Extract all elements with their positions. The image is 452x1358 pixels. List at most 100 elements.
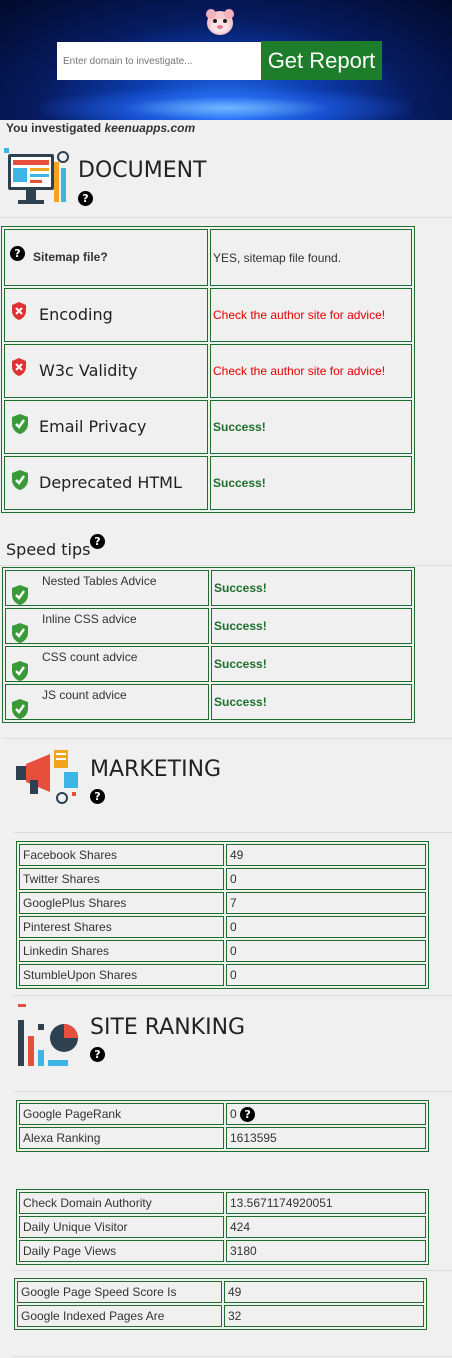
marketing-section-title: MARKETING [90, 757, 222, 782]
table-row: Alexa Ranking 1613595 [19, 1127, 426, 1149]
pagerank-label-cell: Google PageRank [19, 1103, 224, 1125]
divider [12, 995, 452, 996]
speed-tip-label-cell: Inline CSS advice [5, 608, 209, 644]
document-section-icon [4, 148, 69, 204]
table-row: Email Privacy Success! [4, 400, 412, 454]
site-ranking-help-icon[interactable]: ? [90, 1047, 105, 1062]
investigated-prefix: You investigated [6, 121, 102, 135]
unique-visitor-value-cell: 424 [226, 1216, 426, 1238]
speed-tip-result-cell: Success! [211, 570, 412, 606]
divider [12, 1270, 452, 1271]
table-row: Twitter Shares 0 [19, 868, 426, 890]
divider [0, 565, 452, 566]
speed-tips-title: Speed tips [6, 540, 91, 559]
pagerank-table: Google PageRank 0 ? Alexa Ranking 161359… [16, 1100, 429, 1152]
page-speed-label-cell: Google Page Speed Score Is [17, 1281, 222, 1303]
table-row: Daily Page Views 3180 [19, 1240, 426, 1262]
marketing-value-cell: 0 [226, 868, 426, 890]
encoding-label: Encoding [39, 305, 113, 324]
document-help-icon[interactable]: ? [78, 191, 93, 206]
shield-fail-icon [12, 302, 26, 320]
encoding-result-cell: Check the author site for advice! [210, 288, 412, 342]
table-row: W3c Validity Check the author site for a… [4, 344, 412, 398]
email-privacy-label-cell: Email Privacy [4, 400, 208, 454]
pagerank-value-cell: 0 ? [226, 1103, 426, 1125]
page-views-value-cell: 3180 [226, 1240, 426, 1262]
sitemap-label: Sitemap file? [33, 249, 108, 264]
table-row: Inline CSS advice Success! [5, 608, 412, 644]
divider [14, 1091, 452, 1092]
table-row: Pinterest Shares 0 [19, 916, 426, 938]
w3c-label: W3c Validity [39, 361, 138, 380]
table-row: ? Sitemap file? YES, sitemap file found. [4, 229, 412, 286]
pagerank-help-icon[interactable]: ? [240, 1106, 256, 1122]
speed-tip-result: Success! [214, 695, 267, 709]
marketing-label-cell: GooglePlus Shares [19, 892, 224, 914]
document-section-title: DOCUMENT [78, 158, 207, 183]
encoding-label-cell: Encoding [4, 288, 208, 342]
question-icon: ? [10, 245, 25, 261]
table-row: Facebook Shares 49 [19, 844, 426, 866]
speed-tips-table: Nested Tables Advice Success! Inline CSS… [2, 567, 415, 723]
get-report-button[interactable]: Get Report [261, 41, 382, 80]
marketing-table: Facebook Shares 49 Twitter Shares 0 Google… [16, 841, 429, 989]
table-row: StumbleUpon Shares 0 [19, 964, 426, 986]
marketing-label-cell: Facebook Shares [19, 844, 224, 866]
unique-visitor-label-cell: Daily Unique Visitor [19, 1216, 224, 1238]
marketing-value-cell: 7 [226, 892, 426, 914]
page-speed-table: Google Page Speed Score Is 49 Google Inde… [14, 1278, 427, 1330]
speed-tip-label-cell: CSS count advice [5, 646, 209, 682]
speed-tip-label-cell: Nested Tables Advice [5, 570, 209, 606]
speed-tip-result: Success! [214, 619, 267, 633]
shield-fail-icon [12, 358, 26, 376]
deprecated-html-result: Success! [213, 476, 266, 490]
megaphone-icon [16, 750, 78, 804]
site-ranking-chart-icon [18, 1004, 78, 1066]
divider [12, 1356, 452, 1357]
marketing-label-cell: Twitter Shares [19, 868, 224, 890]
authority-value-cell: 13.5671174920051 [226, 1192, 426, 1214]
alexa-label-cell: Alexa Ranking [19, 1127, 224, 1149]
w3c-result: Check the author site for advice! [213, 364, 386, 378]
shield-check-icon [12, 585, 28, 605]
table-row: Check Domain Authority 13.5671174920051 [19, 1192, 426, 1214]
marketing-label-cell: StumbleUpon Shares [19, 964, 224, 986]
encoding-result: Check the author site for advice! [213, 308, 386, 322]
sitemap-label-cell: ? Sitemap file? [4, 229, 208, 286]
indexed-pages-value-cell: 32 [224, 1305, 424, 1327]
marketing-value-cell: 0 [226, 964, 426, 986]
w3c-label-cell: W3c Validity [4, 344, 208, 398]
email-privacy-result-cell: Success! [210, 400, 412, 454]
divider [0, 217, 452, 218]
marketing-value-cell: 0 [226, 916, 426, 938]
table-row: Google Page Speed Score Is 49 [17, 1281, 424, 1303]
indexed-pages-label-cell: Google Indexed Pages Are [17, 1305, 222, 1327]
speed-tip-result: Success! [214, 581, 267, 595]
shield-check-icon [12, 699, 28, 719]
marketing-help-icon[interactable]: ? [90, 789, 105, 804]
divider [2, 738, 452, 739]
page-views-label-cell: Daily Page Views [19, 1240, 224, 1262]
divider [14, 832, 452, 833]
investigated-domain-line: You investigated keenuapps.com [6, 121, 195, 135]
investigated-domain: keenuapps.com [104, 121, 196, 135]
table-row: CSS count advice Success! [5, 646, 412, 682]
table-row: JS count advice Success! [5, 684, 412, 720]
table-row: GooglePlus Shares 7 [19, 892, 426, 914]
speed-tip-result: Success! [214, 657, 267, 671]
w3c-result-cell: Check the author site for advice! [210, 344, 412, 398]
table-row: Linkedin Shares 0 [19, 940, 426, 962]
alexa-value-cell: 1613595 [226, 1127, 426, 1149]
domain-search-input[interactable] [57, 42, 261, 80]
email-privacy-result: Success! [213, 420, 266, 434]
deprecated-html-label-cell: Deprecated HTML [4, 456, 208, 510]
marketing-value-cell: 0 [226, 940, 426, 962]
table-row: Google PageRank 0 ? [19, 1103, 426, 1125]
table-row: Nested Tables Advice Success! [5, 570, 412, 606]
marketing-label-cell: Pinterest Shares [19, 916, 224, 938]
shield-check-icon [12, 623, 28, 643]
speed-tips-help-icon[interactable]: ? [90, 534, 105, 549]
speed-tip-result-cell: Success! [211, 646, 412, 682]
deprecated-html-result-cell: Success! [210, 456, 412, 510]
pagerank-value: 0 [230, 1106, 237, 1121]
